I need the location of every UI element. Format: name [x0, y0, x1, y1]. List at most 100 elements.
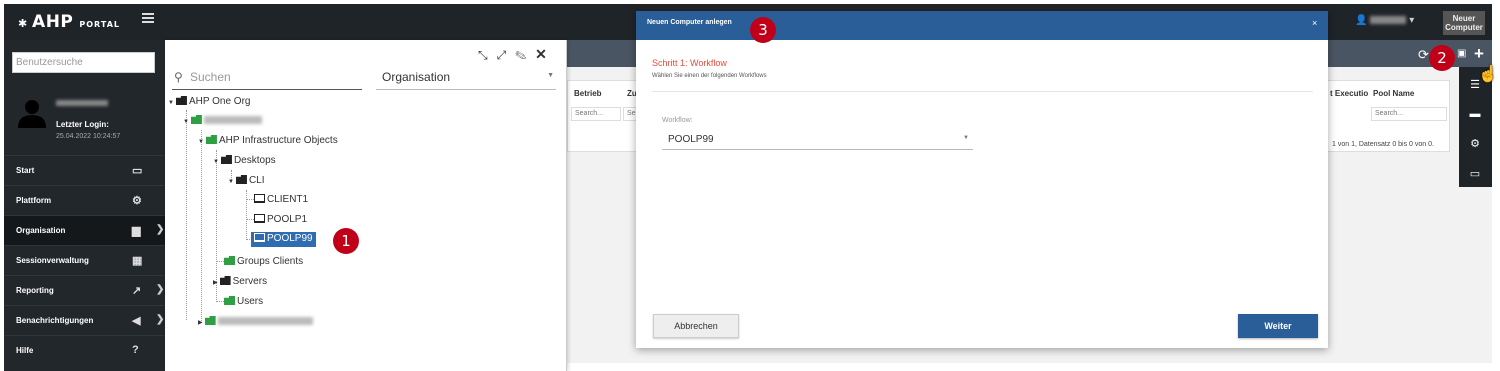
- hamburger-menu-icon[interactable]: [142, 13, 154, 23]
- hand-cursor-icon: ☝: [1478, 66, 1498, 83]
- tree-node-redacted[interactable]: ▶: [198, 315, 313, 329]
- gears-icon: ⚙: [132, 195, 142, 207]
- building-icon: [175, 96, 187, 105]
- tree-node-poolp1[interactable]: POOLP1: [254, 213, 307, 227]
- callout-badge-1: 1: [333, 228, 359, 254]
- sidebar-item-organisation[interactable]: Organisation ▆ ❯: [4, 215, 165, 245]
- tree-node-servers[interactable]: ▶ Servers: [213, 275, 267, 289]
- workflow-select[interactable]: POOLP99 ▼: [662, 129, 973, 150]
- close-icon[interactable]: ✕: [535, 46, 556, 62]
- user-name-redacted: [1370, 16, 1407, 25]
- tree-node-users[interactable]: Users: [224, 295, 263, 309]
- expand-arrow-icon: ▼: [213, 159, 219, 165]
- dialog-title: Neuen Computer anlegen: [647, 19, 732, 26]
- sidebar-item-hilfe[interactable]: Hilfe?: [4, 335, 165, 371]
- column-search-input[interactable]: Search...: [571, 107, 621, 121]
- column-header-execution[interactable]: t Executio: [1330, 89, 1368, 98]
- tree-panel-controls: ⤡⤢✎✕: [478, 46, 556, 63]
- column-search-input[interactable]: Se: [623, 107, 637, 121]
- building-icon: [190, 115, 202, 124]
- collapse-arrow-icon: ▶: [198, 320, 203, 326]
- pin-icon[interactable]: ✎: [515, 48, 535, 62]
- building-icon: [220, 155, 232, 164]
- expand-arrow-icon: ▼: [168, 100, 174, 106]
- building-icon: [204, 316, 216, 325]
- organisation-select[interactable]: Organisation ▼: [376, 70, 556, 90]
- monitor-icon: [254, 214, 265, 223]
- tree-search-input[interactable]: ⚲ Suchen: [172, 70, 362, 90]
- building-icon: [205, 135, 217, 144]
- expand-icon[interactable]: ⤢: [497, 48, 516, 62]
- sidebar-item-sessionverwaltung[interactable]: Sessionverwaltung ▦: [4, 245, 165, 275]
- callout-badge-3: 3: [750, 17, 776, 43]
- chevron-right-icon: ❯: [156, 284, 165, 295]
- ahp-portal-logo[interactable]: ✱ AHP PORTAL: [18, 12, 120, 32]
- monitor-icon: ▭: [132, 165, 143, 177]
- column-search-input[interactable]: Search...: [1371, 107, 1447, 121]
- last-login-label: Letzter Login:: [56, 120, 109, 129]
- monitor-icon: [254, 194, 265, 203]
- last-login-date: 25.04.2022 10:24:57: [56, 133, 121, 140]
- chart-icon: ↗: [132, 285, 142, 297]
- add-icon[interactable]: +: [1474, 44, 1484, 64]
- gears-icon[interactable]: ⚙: [1463, 137, 1487, 150]
- tree-node-poolp99[interactable]: POOLP99: [251, 232, 316, 247]
- user-avatar-icon: [18, 100, 46, 128]
- collapse-arrow-icon: ▶: [213, 280, 218, 286]
- building-icon: [224, 296, 235, 305]
- tree-node-groups-clients[interactable]: Groups Clients: [224, 255, 303, 269]
- chevron-right-icon: ❯: [156, 224, 165, 235]
- computers-table: Betrieb Zu Search... Se: [567, 80, 637, 152]
- monitor-icon[interactable]: ▭: [1463, 167, 1487, 180]
- sidebar-item-reporting[interactable]: Reporting ↗ ❯: [4, 275, 165, 305]
- callout-badge-2: 2: [1429, 45, 1455, 71]
- export-icon[interactable]: ▣: [1457, 48, 1466, 59]
- sidebar-item-start[interactable]: Start ▭: [4, 155, 165, 185]
- search-icon: ⚲: [174, 70, 183, 84]
- tree-node-root[interactable]: ▼ AHP One Org: [168, 95, 250, 109]
- new-computer-button[interactable]: Neuer Computer: [1443, 11, 1485, 35]
- pagination-info: 1 von 1, Datensatz 0 bis 0 von 0.: [1332, 141, 1434, 148]
- new-computer-dialog: [636, 11, 1328, 348]
- user-menu[interactable]: 👤 ▾: [1355, 15, 1414, 26]
- megaphone-icon: ◀: [132, 315, 141, 327]
- column-header-pool-name[interactable]: Pool Name: [1373, 89, 1414, 98]
- expand-arrow-icon: ▼: [183, 119, 189, 125]
- column-header-betrieb[interactable]: Betrieb: [574, 89, 602, 98]
- refresh-icon[interactable]: ⟳: [1418, 47, 1429, 63]
- user-name-redacted: [56, 100, 108, 106]
- tree-node-org-redacted[interactable]: ▼: [183, 114, 262, 128]
- user-icon: 👤: [1355, 15, 1368, 26]
- redacted-text: [203, 116, 262, 125]
- dialog-close-icon[interactable]: ×: [1312, 18, 1317, 28]
- building-icon: [224, 256, 235, 265]
- next-button[interactable]: Weiter: [1238, 314, 1318, 338]
- tree-node-desktops[interactable]: ▼ Desktops: [213, 154, 276, 168]
- sidebar-item-benachrichtigungen[interactable]: Benachrichtigungen ◀ ❯: [4, 305, 165, 335]
- tree-node-client1[interactable]: CLIENT1: [254, 193, 308, 207]
- monitor-icon: [254, 233, 265, 242]
- divider: [652, 91, 1313, 92]
- redacted-text: [217, 317, 313, 326]
- sessions-icon: ▦: [132, 255, 143, 267]
- sidebar-item-plattform[interactable]: Plattform ⚙: [4, 185, 165, 215]
- chevron-down-icon: ▼: [963, 135, 969, 141]
- workflow-label: Workflow:: [662, 117, 693, 124]
- question-icon: ?: [132, 344, 139, 356]
- building-icon: [235, 175, 247, 184]
- expand-arrow-icon: ▼: [228, 179, 234, 185]
- expand-arrow-icon: ▼: [198, 139, 204, 145]
- drive-icon[interactable]: ▬: [1463, 108, 1487, 120]
- user-search-input[interactable]: Benutzersuche: [12, 52, 155, 73]
- building-icon: [219, 276, 231, 285]
- building-icon: ▆: [132, 225, 141, 237]
- chevron-down-icon: ▼: [547, 72, 554, 79]
- step-title: Schritt 1: Workflow: [652, 58, 727, 68]
- chevron-right-icon: ❯: [156, 314, 165, 325]
- collapse-icon[interactable]: ⤡: [478, 48, 497, 62]
- tree-node-infra[interactable]: ▼ AHP Infrastructure Objects: [198, 134, 338, 148]
- dialog-header: [636, 11, 1328, 40]
- cancel-button[interactable]: Abbrechen: [653, 314, 739, 338]
- step-subtitle: Wählen Sie einen der folgenden Workflows: [652, 73, 767, 79]
- tree-node-cli[interactable]: ▼ CLI: [228, 174, 265, 188]
